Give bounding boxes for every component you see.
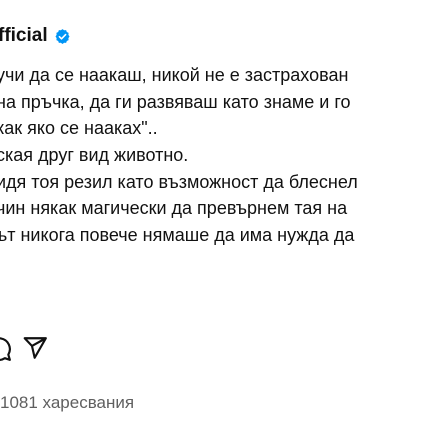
caption-line: на пръчка, да ги развяваш като знаме и г… — [0, 91, 351, 112]
caption-line: учи да се наакаш, никой не е застрахован — [0, 65, 349, 85]
comment-icon[interactable] — [0, 336, 12, 362]
share-icon[interactable] — [22, 335, 48, 361]
username-link[interactable]: fficial — [0, 25, 48, 47]
caption-line: ът никога повече нямаше да има нужда да — [0, 225, 355, 246]
verified-badge-icon — [55, 28, 70, 44]
likes-count[interactable]: 1081 харесвания — [0, 393, 134, 413]
post-caption: учи да се наакаш, никой не е застрахован… — [0, 62, 440, 249]
caption-line: как яко се наакаx".. — [0, 118, 158, 139]
post-header: fficial — [0, 22, 71, 50]
caption-line: идя тоя резил като възможност да блеснел — [0, 171, 358, 192]
caption-line: чин някак магически да превърнем тая на — [0, 198, 348, 219]
caption-line: ская друг вид животно. — [0, 145, 189, 166]
